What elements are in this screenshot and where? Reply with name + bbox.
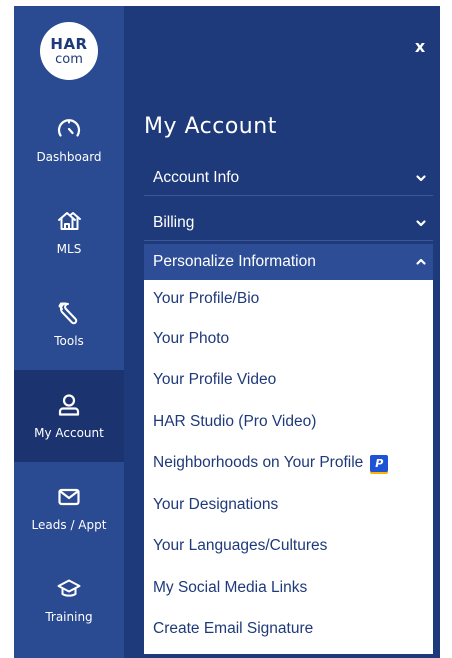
submenu-label: Create Email Signature — [153, 620, 314, 638]
page-title: My Account — [144, 114, 277, 139]
wrench-icon — [58, 302, 78, 325]
submenu-item-har-studio[interactable]: HAR Studio (Pro Video) — [144, 401, 433, 443]
speedometer-icon — [57, 119, 81, 137]
section-account-info[interactable]: Account Info — [144, 160, 433, 196]
rail-item-leads[interactable]: Leads / Appt — [14, 462, 124, 554]
rail-item-tools[interactable]: Tools — [14, 278, 124, 370]
graduation-cap-icon — [57, 579, 81, 597]
submenu-item-designations[interactable]: Your Designations — [144, 484, 433, 526]
section-personalize-information[interactable]: Personalize Information — [144, 244, 433, 280]
chevron-down-icon — [416, 220, 426, 227]
user-icon — [58, 394, 80, 416]
submenu-label: HAR Studio (Pro Video) — [153, 412, 317, 430]
section-label: Personalize Information — [153, 253, 316, 270]
submenu-label: Your Photo — [153, 329, 230, 347]
menu-panel: HAR com Dashboard MLS Tools My Account L… — [14, 6, 440, 658]
submenu-label: Your Profile Video — [153, 371, 277, 389]
pro-badge-icon: P — [370, 454, 389, 472]
submenu-item-photo[interactable]: Your Photo — [144, 318, 433, 360]
section-label: Account Info — [153, 169, 240, 186]
har-logo[interactable]: HAR com — [40, 22, 98, 80]
section-billing[interactable]: Billing — [144, 205, 433, 241]
submenu-item-profile-bio[interactable]: Your Profile/Bio — [144, 280, 433, 318]
submenu-item-profile-video[interactable]: Your Profile Video — [144, 360, 433, 402]
rail-item-my-account[interactable]: My Account — [14, 370, 124, 462]
rail-item-mls[interactable]: MLS — [14, 186, 124, 278]
left-rail: HAR com Dashboard MLS Tools My Account L… — [14, 6, 124, 658]
rail-item-training[interactable]: Training — [14, 554, 124, 646]
rail-label: My Account — [34, 426, 104, 440]
chevron-down-icon — [416, 175, 426, 182]
rail-label: MLS — [56, 242, 82, 256]
rail-item-dashboard[interactable]: Dashboard — [14, 94, 124, 186]
submenu-label: Your Designations — [153, 495, 279, 513]
personalize-submenu: Your Profile/Bio Your Photo Your Profile… — [144, 280, 433, 654]
logo-line2: com — [55, 51, 83, 67]
houses-icon — [58, 212, 81, 230]
close-button[interactable]: x — [406, 32, 434, 60]
section-label: Billing — [153, 214, 195, 231]
submenu-item-languages[interactable]: Your Languages/Cultures — [144, 526, 433, 568]
submenu-label: Your Profile/Bio — [153, 290, 260, 307]
rail-label: Training — [45, 610, 93, 624]
logo-line1: HAR — [50, 34, 88, 53]
submenu-item-email-signature[interactable]: Create Email Signature — [144, 609, 433, 651]
submenu-item-neighborhoods[interactable]: Neighborhoods on Your Profile P — [144, 443, 433, 485]
submenu-item-social-links[interactable]: My Social Media Links — [144, 567, 433, 609]
rail-label: Dashboard — [36, 150, 102, 164]
submenu-label: Your Languages/Cultures — [153, 537, 328, 555]
chevron-up-icon — [416, 258, 426, 265]
logo-area: HAR com — [14, 6, 124, 96]
submenu-label: Neighborhoods on Your Profile — [153, 454, 364, 472]
rail-label: Leads / Appt — [31, 518, 107, 532]
envelope-icon — [58, 488, 80, 506]
rail-label: Tools — [54, 334, 84, 348]
submenu-label: My Social Media Links — [153, 578, 308, 596]
